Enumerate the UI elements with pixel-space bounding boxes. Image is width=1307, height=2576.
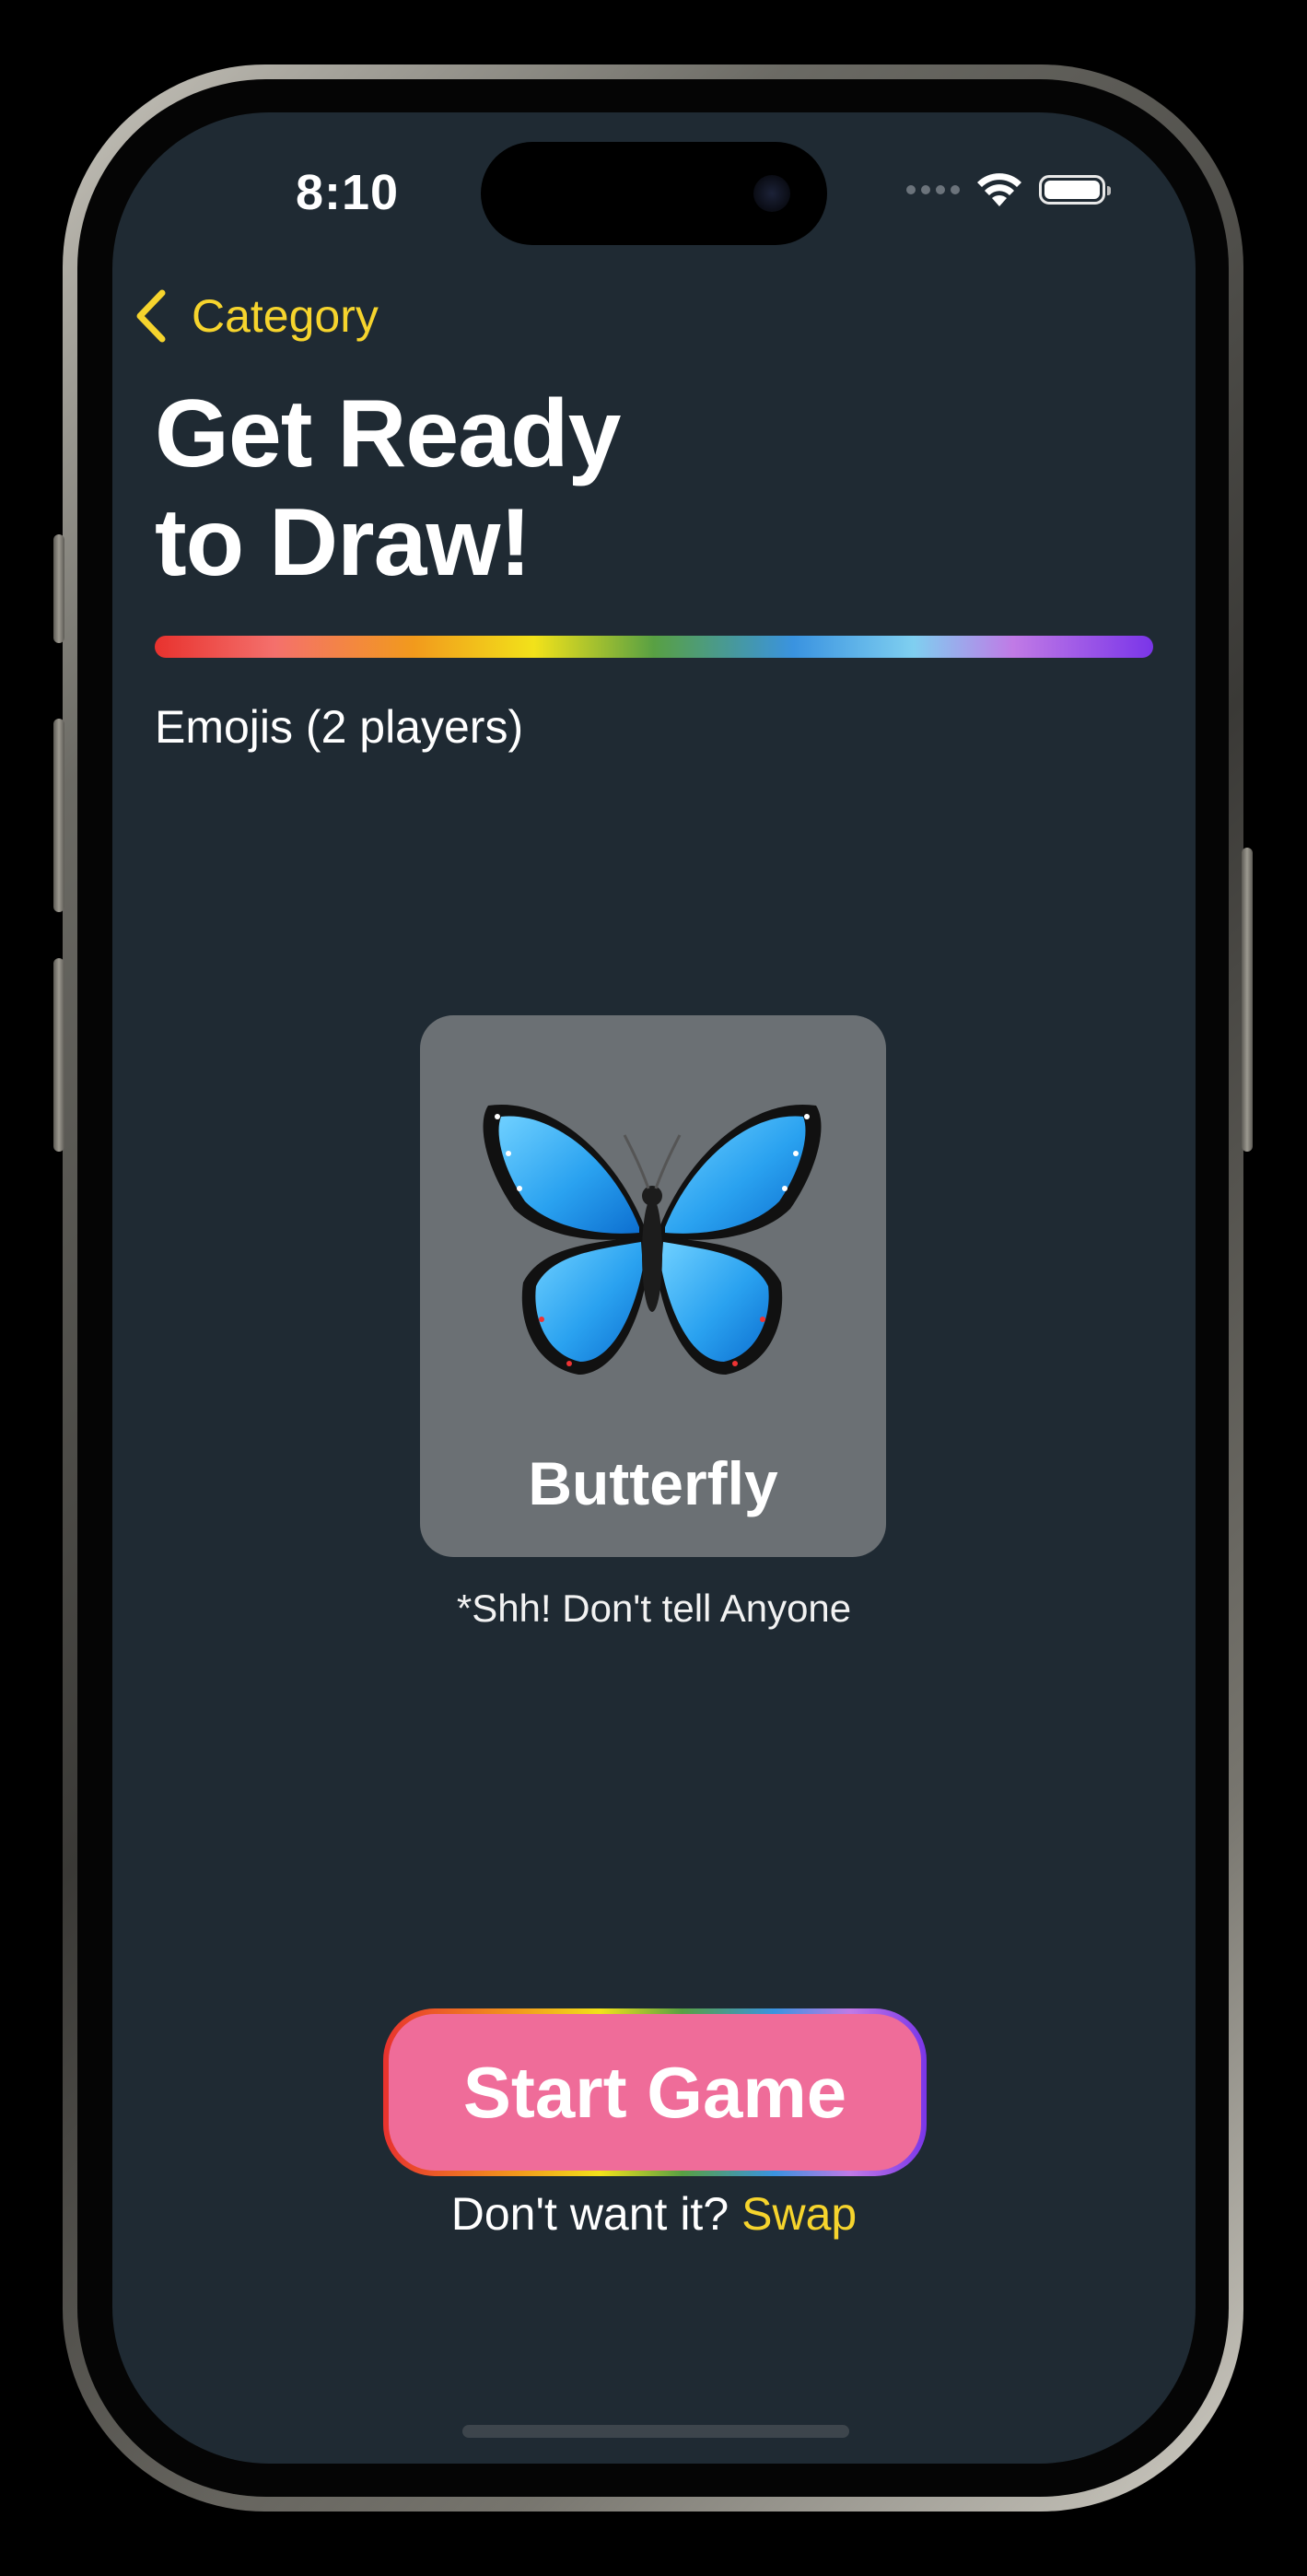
word-card: Butterfly [420, 1015, 886, 1557]
back-label: Category [192, 290, 379, 342]
action-button [53, 534, 64, 643]
battery-icon [1039, 175, 1111, 205]
swap-row: Don't want it? Swap [112, 2187, 1196, 2241]
camera-icon [753, 175, 790, 212]
wifi-icon [977, 173, 1021, 206]
start-game-button[interactable]: Start Game [389, 2014, 921, 2171]
swap-link[interactable]: Swap [741, 2188, 857, 2240]
word-label: Butterfly [528, 1449, 778, 1517]
volume-up-button [53, 719, 64, 912]
status-icons [906, 170, 1111, 210]
back-button[interactable]: Category [133, 289, 379, 343]
status-time: 8:10 [295, 165, 400, 220]
volume-down-button [53, 958, 64, 1152]
chevron-left-icon [136, 289, 166, 343]
swap-prompt: Don't want it? [450, 2188, 729, 2240]
app-screen: 8:10 Category Get Ready to Draw! Emojis … [112, 112, 1196, 2464]
category-subtitle: Emojis (2 players) [155, 701, 524, 753]
home-indicator[interactable] [462, 2425, 849, 2438]
page-title: Get Ready to Draw! [155, 380, 984, 597]
signal-icon [906, 185, 960, 194]
title-line-1: Get Ready [155, 381, 621, 487]
title-line-2: to Draw! [155, 489, 531, 596]
dynamic-island [481, 142, 827, 245]
power-button [1242, 848, 1253, 1152]
rainbow-divider [155, 636, 1153, 658]
butterfly-icon [483, 1104, 822, 1375]
secret-hint: *Shh! Don't tell Anyone [456, 1587, 852, 1630]
start-button-border: Start Game [383, 2008, 927, 2176]
